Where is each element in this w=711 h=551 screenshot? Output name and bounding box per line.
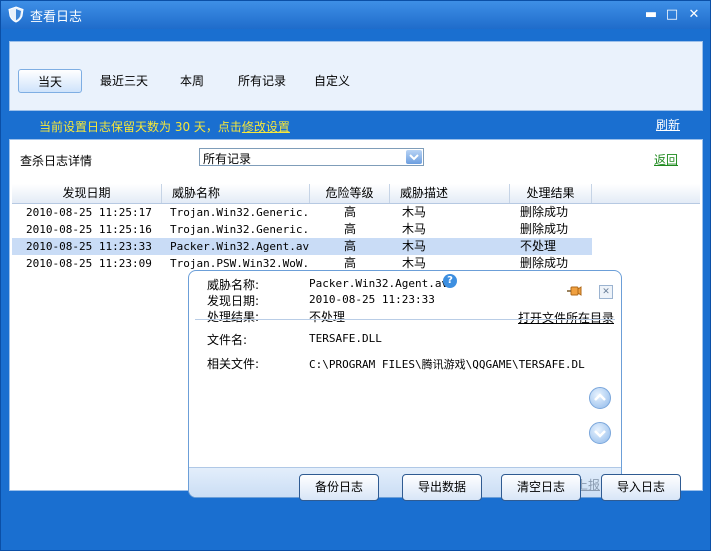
export-data-button[interactable]: 导出数据 (402, 474, 482, 501)
tab-last-three-days[interactable]: 最近三天 (92, 69, 156, 93)
retention-text: 当前设置日志保留天数为 30 天，点击 (39, 120, 242, 134)
file-name-label: 文件名: (207, 333, 248, 347)
open-folder-link[interactable]: 打开文件所在目录 (518, 309, 614, 326)
divider (195, 319, 615, 320)
filter-selected-value: 所有记录 (203, 152, 252, 166)
close-popup-icon[interactable]: ✕ (599, 285, 613, 299)
related-files-label: 相关文件: (207, 357, 260, 371)
cell-risk: 高 (344, 205, 357, 219)
cell-desc: 木马 (402, 239, 427, 253)
threat-detail-popup: 威胁名称: Packer.Win32.Agent.av ? 发现日期: 2010… (188, 270, 622, 498)
cell-threat-name: Packer.Win32.Agent.av (170, 240, 310, 253)
column-risk-level[interactable]: 危险等级 (310, 184, 390, 203)
cell-threat-name: Trojan.Win32.Generic... (170, 223, 310, 236)
scroll-down-icon[interactable] (589, 422, 611, 444)
modify-settings-link[interactable]: 修改设置 (242, 120, 290, 134)
table-row-selected[interactable]: 2010-08-25 11:23:33 Packer.Win32.Agent.a… (12, 238, 592, 255)
cell-date: 2010-08-25 11:23:09 (26, 257, 152, 270)
cell-desc: 木马 (402, 205, 427, 219)
close-icon[interactable]: ✕ (686, 7, 702, 23)
table-header: 发现日期 威胁名称 危险等级 威胁描述 处理结果 (12, 184, 700, 204)
tab-this-week[interactable]: 本周 (170, 69, 214, 93)
cell-date: 2010-08-25 11:25:16 (26, 223, 152, 236)
filter-select[interactable]: 所有记录 (199, 148, 424, 166)
help-icon[interactable]: ? (443, 274, 457, 288)
log-viewer-window: 查看日志 ▬ □ ✕ 当天 最近三天 本周 所有记录 自定义 当前设置日志保留天… (0, 0, 711, 551)
pin-icon[interactable] (566, 285, 582, 297)
clear-log-button[interactable]: 清空日志 (501, 474, 581, 501)
found-date-value: 2010-08-25 11:23:33 (309, 293, 435, 306)
cell-risk: 高 (344, 239, 357, 253)
cell-date: 2010-08-25 11:25:17 (26, 206, 152, 219)
import-log-button[interactable]: 导入日志 (601, 474, 681, 501)
found-date-label: 发现日期: (207, 294, 260, 308)
cell-result: 不处理 (520, 239, 557, 253)
refresh-link[interactable]: 刷新 (656, 116, 680, 133)
cell-date: 2010-08-25 11:23:33 (26, 240, 152, 253)
title-bar[interactable]: 查看日志 ▬ □ ✕ (1, 1, 710, 29)
cell-risk: 高 (344, 222, 357, 236)
column-threat-desc[interactable]: 威胁描述 (390, 184, 510, 203)
maximize-icon[interactable]: □ (664, 7, 680, 23)
threat-name-label: 威胁名称: (207, 278, 260, 292)
result-label: 处理结果: (207, 310, 260, 324)
window-title: 查看日志 (30, 10, 83, 25)
retention-notice: 当前设置日志保留天数为 30 天，点击修改设置 (39, 118, 290, 135)
chevron-down-icon[interactable] (406, 150, 422, 164)
back-link[interactable]: 返回 (654, 151, 678, 168)
backup-log-button[interactable]: 备份日志 (299, 474, 379, 501)
column-result[interactable]: 处理结果 (510, 184, 592, 203)
cell-threat-name: Trojan.Win32.Generic... (170, 206, 310, 219)
minimize-icon[interactable]: ▬ (643, 7, 659, 23)
cell-desc: 木马 (402, 222, 427, 236)
threat-name-value: Packer.Win32.Agent.av (309, 277, 449, 290)
tab-custom[interactable]: 自定义 (308, 69, 356, 93)
scroll-up-icon[interactable] (589, 387, 611, 409)
date-range-tabs: 当天 最近三天 本周 所有记录 自定义 (9, 41, 703, 111)
cell-result: 删除成功 (520, 222, 569, 236)
column-found-date[interactable]: 发现日期 (12, 184, 162, 203)
tab-today[interactable]: 当天 (18, 69, 82, 93)
tab-all-records[interactable]: 所有记录 (230, 69, 294, 93)
table-row[interactable]: 2010-08-25 11:25:17 Trojan.Win32.Generic… (12, 204, 592, 221)
cell-result: 删除成功 (520, 205, 569, 219)
related-files-value: C:\PROGRAM FILES\腾讯游戏\QQGAME\TERSAFE.DL (309, 358, 585, 371)
result-value: 不处理 (309, 310, 346, 324)
column-threat-name[interactable]: 威胁名称 (162, 184, 310, 203)
table-row[interactable]: 2010-08-25 11:25:16 Trojan.Win32.Generic… (12, 221, 592, 238)
file-name-value: TERSAFE.DLL (309, 332, 382, 345)
shield-icon (8, 6, 24, 23)
filter-label: 查杀日志详情 (20, 154, 93, 168)
